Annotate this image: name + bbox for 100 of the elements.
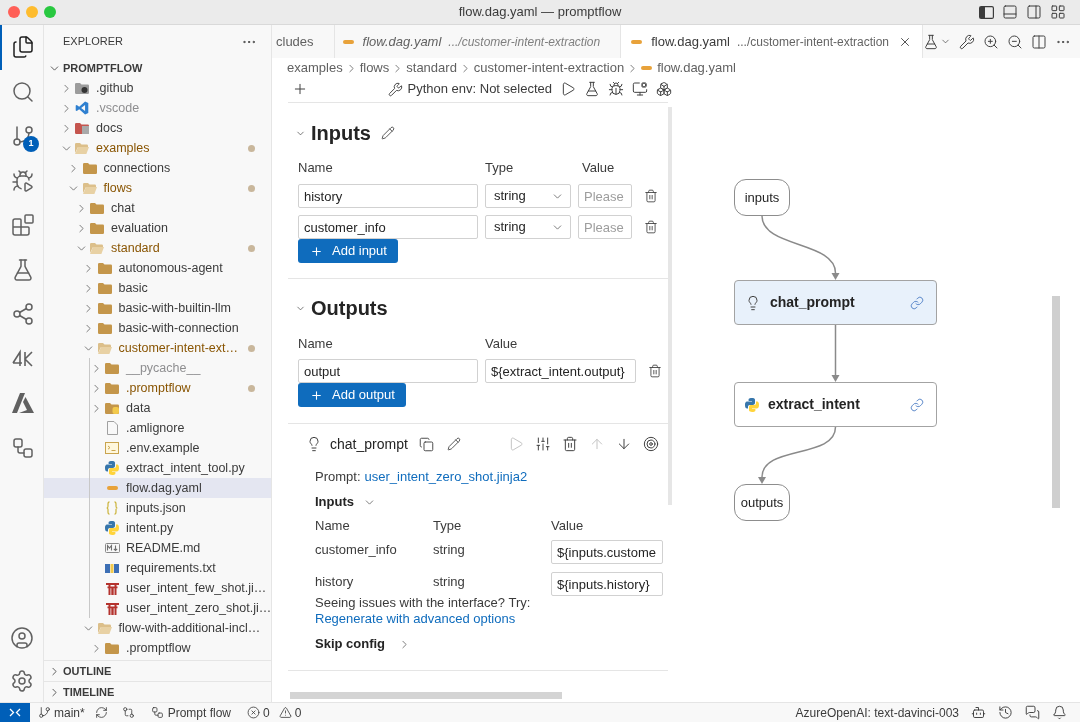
tree-item[interactable]: flows [44, 178, 271, 198]
type-select[interactable]: string [485, 184, 571, 208]
pencil-icon[interactable] [446, 437, 461, 451]
tree-item[interactable]: .amlignore [44, 418, 271, 438]
trash-icon[interactable] [644, 220, 658, 234]
layout-grid-icon[interactable] [1050, 4, 1066, 20]
breadcrumb-item[interactable]: flows [359, 58, 390, 78]
scrollbar-thumb[interactable] [290, 692, 562, 699]
tree-item[interactable]: README.md [44, 538, 271, 558]
regenerate-link[interactable]: Regenerate with advanced options [315, 611, 516, 626]
trash-icon[interactable] [644, 189, 658, 203]
account-icon[interactable] [9, 625, 34, 650]
bug-icon[interactable] [608, 81, 624, 97]
flask-icon[interactable] [923, 33, 939, 50]
target-icon[interactable] [643, 436, 659, 452]
bell-icon[interactable] [1052, 705, 1067, 720]
problems-status[interactable]: 0 0 [247, 703, 302, 722]
tree-item[interactable]: user_intent_zero_shot.ji… [44, 598, 271, 618]
prompt-flow-status[interactable]: Prompt flow [150, 703, 232, 722]
breadcrumb-item[interactable]: examples [287, 58, 343, 78]
tree-item[interactable]: evaluation [44, 218, 271, 238]
breadcrumb-item[interactable]: flow.dag.yaml [641, 58, 736, 78]
tree-item[interactable]: user_intent_few_shot.ji… [44, 578, 271, 598]
tree-item[interactable]: standard [44, 238, 271, 258]
robot-icon[interactable] [971, 705, 986, 720]
trash-icon[interactable] [562, 436, 578, 452]
breadcrumb-item[interactable]: customer-intent-extraction [473, 58, 625, 78]
tree-item[interactable]: basic-with-builtin-llm [44, 298, 271, 318]
add-input-button[interactable]: Add input [298, 239, 398, 263]
panel-bottom-icon[interactable] [1002, 4, 1018, 20]
boxes-icon[interactable] [656, 81, 672, 97]
add-output-button[interactable]: Add output [298, 383, 406, 407]
tree-item[interactable]: inputs.json [44, 498, 271, 518]
tree-item[interactable]: .promptflow [44, 378, 271, 398]
activity-tab[interactable]: 1 [0, 114, 43, 159]
tree-item[interactable]: customer-intent-ext… [44, 338, 271, 358]
value-field[interactable]: ${inputs.custome [551, 540, 663, 564]
tree-item[interactable]: connections [44, 158, 271, 178]
tree-item[interactable]: .env.example [44, 438, 271, 458]
pencil-icon[interactable] [381, 126, 395, 140]
tree-item[interactable]: autonomous-agent [44, 258, 271, 278]
remote-button[interactable] [0, 703, 30, 722]
name-field[interactable]: output [298, 359, 478, 383]
tree-item[interactable]: docs [44, 118, 271, 138]
feedback-icon[interactable] [1025, 705, 1040, 720]
branch-status[interactable]: main* [38, 703, 85, 722]
compare-icon[interactable] [121, 706, 135, 719]
name-field[interactable]: customer_info [298, 215, 478, 239]
python-env-button[interactable]: Python env: Not selected [388, 79, 552, 99]
tree-item[interactable]: examples [44, 138, 271, 158]
monitor-gear-icon[interactable] [632, 81, 648, 97]
trash-icon[interactable] [648, 364, 662, 378]
wrench-icon[interactable] [959, 33, 975, 50]
model-status[interactable]: AzureOpenAI: text-davinci-003 [795, 703, 959, 722]
graph-node[interactable]: outputs [734, 484, 790, 521]
breadcrumb-item[interactable]: standard [406, 58, 457, 78]
history-icon[interactable] [998, 705, 1013, 720]
tree-item[interactable]: .promptflow [44, 638, 271, 658]
sync-icon[interactable] [94, 706, 108, 719]
name-field[interactable]: history [298, 184, 478, 208]
tree-item[interactable]: intent.py [44, 518, 271, 538]
editor-tab[interactable]: flow.dag.yaml .../customer-intent-extraction [621, 25, 923, 58]
tree-item[interactable]: extract_intent_tool.py [44, 458, 271, 478]
value-field[interactable]: Please [578, 184, 632, 208]
type-select[interactable]: string [485, 215, 571, 239]
tree-item[interactable]: basic-with-connection [44, 318, 271, 338]
tree-item[interactable]: basic [44, 278, 271, 298]
tree-item[interactable]: flow.dag.yaml [44, 478, 271, 498]
tree-item[interactable]: data [44, 398, 271, 418]
play-icon[interactable] [560, 81, 576, 97]
section-header[interactable]: PROMPTFLOW [44, 58, 271, 78]
settings-icon[interactable] [9, 668, 34, 693]
close-window-icon[interactable] [8, 6, 20, 18]
graph-node[interactable]: chat_prompt [734, 280, 937, 325]
tree-item[interactable]: chat [44, 198, 271, 218]
tree-item[interactable]: requirements.txt [44, 558, 271, 578]
section-header[interactable]: OUTLINE [44, 660, 271, 681]
value-field[interactable]: ${inputs.history} [551, 572, 663, 596]
scrollbar-thumb[interactable] [1052, 296, 1060, 508]
sidebar-toggle-icon[interactable] [979, 5, 994, 19]
graph-node[interactable]: extract_intent [734, 382, 937, 427]
sliders-icon[interactable] [535, 436, 551, 452]
tree-item[interactable]: flow-with-additional-incl… [44, 618, 271, 638]
editor-tab[interactable]: cludes [272, 25, 335, 58]
skip-config-toggle[interactable]: Skip config [315, 635, 412, 653]
value-field[interactable]: Please [578, 215, 632, 239]
panel-right-icon[interactable] [1026, 4, 1042, 20]
value-field[interactable]: ${extract_intent.output} [485, 359, 636, 383]
link-icon[interactable] [910, 295, 924, 310]
zoom-out-icon[interactable] [1007, 33, 1023, 50]
tree-item[interactable]: .github [44, 78, 271, 98]
columns-icon[interactable] [1031, 33, 1047, 50]
inputs-toggle[interactable]: Inputs [315, 492, 376, 512]
flask-icon[interactable] [584, 81, 600, 97]
link-icon[interactable] [910, 397, 924, 412]
plus-icon[interactable] [292, 81, 308, 97]
graph-node[interactable]: inputs [734, 179, 790, 216]
prompt-file-link[interactable]: user_intent_zero_shot.jinja2 [364, 467, 528, 487]
zoom-in-icon[interactable] [983, 33, 999, 50]
copy-icon[interactable] [418, 436, 434, 452]
